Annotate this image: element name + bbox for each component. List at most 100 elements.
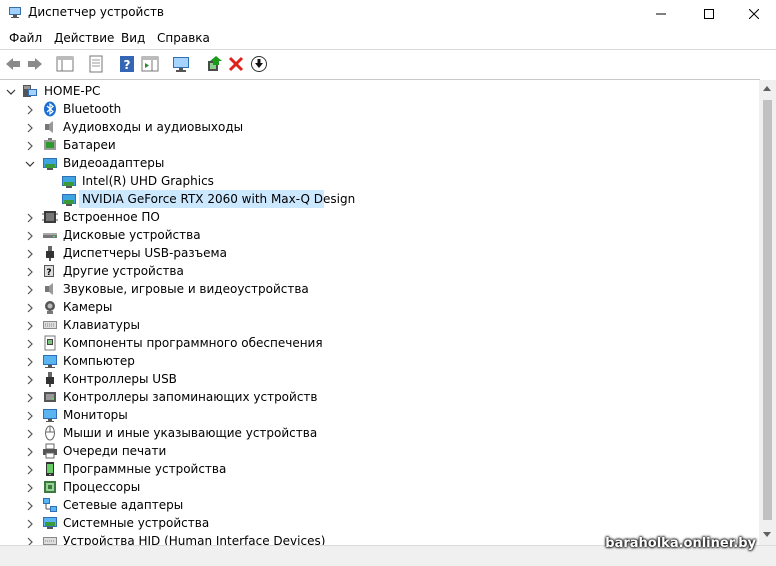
tree-category-5[interactable]: Дисковые устройства — [0, 226, 740, 244]
menu-file[interactable]: Файл — [9, 31, 42, 45]
firmware-icon — [42, 209, 58, 225]
tree-category-label: Встроенное ПО — [63, 210, 160, 224]
collapse-chevron-icon[interactable] — [25, 158, 35, 168]
action-pane-icon[interactable] — [141, 55, 159, 73]
keyboard-icon — [42, 317, 58, 333]
tree-category-label: Программные устройства — [63, 462, 227, 476]
scrollbar-thumb[interactable] — [763, 100, 772, 520]
tree-category-21[interactable]: Системные устройства — [0, 514, 740, 532]
expand-chevron-icon[interactable] — [25, 518, 35, 529]
back-icon[interactable] — [4, 55, 22, 73]
properties-icon[interactable] — [87, 55, 105, 73]
computer-icon — [22, 83, 38, 99]
network-adapter-icon — [42, 497, 58, 513]
tree-category-label: Камеры — [63, 300, 113, 314]
tree-category-11[interactable]: Компоненты программного обеспечения — [0, 334, 740, 352]
expand-chevron-icon[interactable] — [25, 302, 35, 313]
speaker-icon — [42, 119, 58, 135]
expand-chevron-icon[interactable] — [25, 230, 35, 241]
software-device-icon — [42, 461, 58, 477]
expand-chevron-icon[interactable] — [25, 140, 35, 151]
vertical-scrollbar[interactable] — [759, 80, 776, 545]
expand-chevron-icon[interactable] — [25, 374, 35, 385]
tree-category-16[interactable]: Мыши и иные указывающие устройства — [0, 424, 740, 442]
tree-category-10[interactable]: Клавиатуры — [0, 316, 740, 334]
processor-icon — [42, 479, 58, 495]
expand-chevron-icon[interactable] — [25, 392, 35, 403]
tree-category-8[interactable]: Звуковые, игровые и видеоустройства — [0, 280, 740, 298]
expand-chevron-icon[interactable] — [25, 122, 35, 133]
mouse-icon — [42, 425, 58, 441]
expand-chevron-icon[interactable] — [25, 500, 35, 511]
window-title: Диспетчер устройств — [28, 5, 165, 19]
software-component-icon — [42, 335, 58, 351]
tree-category-label: Процессоры — [63, 480, 141, 494]
collapse-chevron-icon[interactable] — [6, 86, 16, 96]
tree-category-0[interactable]: Bluetooth — [0, 100, 740, 118]
svg-text:?: ? — [124, 58, 131, 72]
menu-view[interactable]: Вид — [121, 31, 145, 45]
tree-category-13[interactable]: Контроллеры USB — [0, 370, 740, 388]
disable-device-icon[interactable] — [250, 55, 268, 73]
scroll-up-icon[interactable] — [763, 86, 771, 91]
tree-category-label: Дисковые устройства — [63, 228, 201, 242]
tree-category-1[interactable]: Аудиовходы и аудиовыходы — [0, 118, 740, 136]
close-button[interactable] — [731, 0, 776, 27]
menu-action[interactable]: Действие — [54, 31, 114, 45]
bluetooth-icon — [42, 101, 58, 117]
show-hide-console-tree-icon[interactable] — [56, 55, 74, 73]
tree-category-9[interactable]: Камеры — [0, 298, 740, 316]
camera-icon — [42, 299, 58, 315]
uninstall-device-icon[interactable] — [227, 55, 245, 73]
tree-category-6[interactable]: Диспетчеры USB-разъема — [0, 244, 740, 262]
tree-category-label: Bluetooth — [63, 102, 122, 116]
tree-category-7[interactable]: ? Другие устройства — [0, 262, 740, 280]
tree-category-label: Контроллеры запоминающих устройств — [63, 390, 318, 404]
tree-category-2[interactable]: Батареи — [0, 136, 740, 154]
tree-category-20[interactable]: Сетевые адаптеры — [0, 496, 740, 514]
expand-chevron-icon[interactable] — [25, 104, 35, 115]
maximize-button[interactable] — [686, 0, 732, 27]
expand-chevron-icon[interactable] — [25, 320, 35, 331]
scan-hardware-icon[interactable] — [172, 55, 190, 73]
tree-category-12[interactable]: Компьютер — [0, 352, 740, 370]
expand-chevron-icon[interactable] — [25, 356, 35, 367]
expand-chevron-icon[interactable] — [25, 410, 35, 421]
tree-category-15[interactable]: Мониторы — [0, 406, 740, 424]
tree-root[interactable]: HOME-PC — [0, 82, 740, 100]
speaker-icon — [42, 281, 58, 297]
tree-category-14[interactable]: Контроллеры запоминающих устройств — [0, 388, 740, 406]
expand-chevron-icon[interactable] — [25, 446, 35, 457]
tree-category-label: Компьютер — [63, 354, 135, 368]
tree-category-19[interactable]: Процессоры — [0, 478, 740, 496]
tree-device-item[interactable]: NVIDIA GeForce RTX 2060 with Max-Q Desig… — [0, 190, 740, 208]
expand-chevron-icon[interactable] — [25, 266, 35, 277]
watermark: baraholka.onliner.by — [605, 536, 756, 551]
tree-category-label: Клавиатуры — [63, 318, 140, 332]
tree-category-3[interactable]: Видеоадаптеры — [0, 154, 740, 172]
tree-category-4[interactable]: Встроенное ПО — [0, 208, 740, 226]
tree-category-label: Диспетчеры USB-разъема — [63, 246, 227, 260]
help-icon[interactable]: ? — [118, 55, 136, 73]
device-manager-icon — [8, 5, 22, 19]
expand-chevron-icon[interactable] — [25, 248, 35, 259]
tree-category-label: Батареи — [63, 138, 116, 152]
tree-category-label: Сетевые адаптеры — [63, 498, 184, 512]
expand-chevron-icon[interactable] — [25, 338, 35, 349]
tree-category-17[interactable]: Очереди печати — [0, 442, 740, 460]
expand-chevron-icon[interactable] — [25, 284, 35, 295]
menu-help[interactable]: Справка — [157, 31, 210, 45]
expand-chevron-icon[interactable] — [25, 464, 35, 475]
unknown-device-icon: ? — [42, 263, 58, 279]
tree-category-18[interactable]: Программные устройства — [0, 460, 740, 478]
tree-device-item[interactable]: Intel(R) UHD Graphics — [0, 172, 740, 190]
expand-chevron-icon[interactable] — [25, 482, 35, 493]
expand-chevron-icon[interactable] — [25, 428, 35, 439]
storage-controller-icon — [42, 389, 58, 405]
minimize-button[interactable] — [638, 0, 684, 27]
update-driver-icon[interactable] — [205, 55, 223, 73]
display-adapter-icon — [61, 191, 77, 207]
scroll-down-icon[interactable] — [763, 532, 771, 537]
expand-chevron-icon[interactable] — [25, 212, 35, 223]
forward-icon[interactable] — [26, 55, 44, 73]
